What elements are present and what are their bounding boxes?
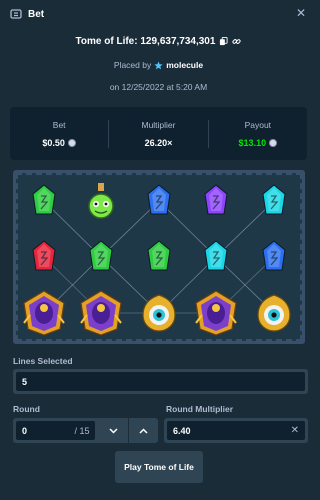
scarab-wild-icon [190,287,242,339]
header-title-group: Bet [10,8,44,20]
chevron-down-icon [109,427,118,434]
round-multiplier-field: 6.40 ✕ [164,418,308,443]
lines-selected-input[interactable]: 5 [16,372,305,391]
close-icon[interactable]: ✕ [295,7,307,19]
link-icon[interactable] [232,37,242,46]
bet-value-group: $0.50 [42,138,76,148]
bet-date: on 12/25/2022 at 5:20 AM [109,82,208,92]
lines-selected-wrap: 5 [13,369,308,394]
scarab-wild-icon [18,287,70,339]
chevron-up-icon [139,427,148,434]
green-rune-icon [75,231,127,283]
bet-stats-panel: Bet $0.50 Multiplier 26.20× Payout $13.1… [10,107,307,160]
slot-board [13,170,305,344]
stat-bet: Bet $0.50 [10,120,108,148]
placed-by-user[interactable]: molecule [166,60,203,70]
stat-payout: Payout $13.10 [207,119,307,148]
eye-amulet-icon [133,287,185,339]
round-multiplier-input[interactable]: 6.40 ✕ [167,421,305,440]
round-total: / 15 [74,425,90,436]
stat-multiplier: Multiplier 26.20× [108,119,207,148]
bet-label: Bet [52,119,66,130]
multiplier-label: Multiplier [141,119,176,130]
round-multiplier-value: 6.40 [173,425,191,436]
scarab-wild-icon [75,287,127,339]
placed-by-label: Placed by [113,60,152,70]
play-game-button[interactable]: Play Tome of Life [115,451,203,483]
round-multiplier-label: Round Multiplier [166,404,234,414]
round-decrement-button[interactable] [98,418,128,443]
multiplier-value: 26.20× [144,137,173,148]
currency-coin-icon [67,138,76,147]
bet-value: $0.50 [42,137,65,148]
game-title-row: Tome of Life: 129,637,734,301 [0,36,317,47]
bet-ticket-icon [10,9,22,19]
game-title: Tome of Life: 129,637,734,301 [75,36,216,47]
payout-value: $13.10 [238,137,267,148]
red-rune-icon [18,231,70,283]
lines-selected-label: Lines Selected [13,356,73,366]
green-rune-icon [133,231,185,283]
round-value: 0 [22,425,28,436]
purple-rune-icon [190,175,242,227]
round-label: Round [13,404,40,414]
round-field: 0 / 15 [13,418,158,443]
payout-label: Payout [244,119,272,130]
green-rune-icon [18,175,70,227]
vip-star-icon [154,60,163,69]
cyan-rune-icon [190,231,242,283]
eye-amulet-icon [248,287,300,339]
modal-header: Bet ✕ [0,0,317,28]
payout-value-group: $13.10 [239,138,278,148]
green-potion-icon [75,175,127,227]
round-input[interactable]: 0 / 15 [16,421,96,440]
header-title: Bet [28,8,45,20]
round-increment-button[interactable] [128,418,158,443]
blue-rune-icon [248,231,300,283]
currency-coin-icon [269,138,278,147]
copy-icon[interactable] [219,37,228,46]
cyan-rune-icon [248,175,300,227]
blue-rune-icon [133,175,185,227]
placed-by-row: Placed by molecule [0,60,317,70]
clear-icon[interactable]: ✕ [291,425,299,436]
